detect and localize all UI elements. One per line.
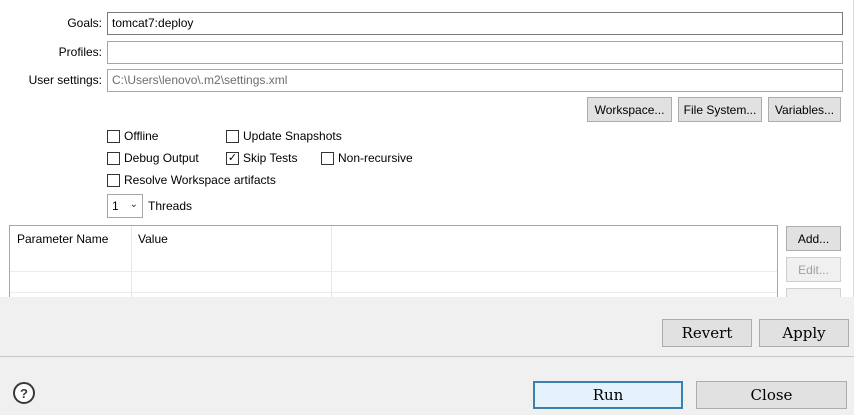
resolve-workspace-checkbox-box[interactable] bbox=[107, 173, 120, 187]
skip-tests-checkbox-box[interactable]: ✓ bbox=[226, 151, 239, 165]
run-button[interactable]: Run bbox=[533, 381, 683, 409]
non-recursive-checkbox-box[interactable] bbox=[321, 151, 334, 165]
debug-output-label: Debug Output bbox=[124, 151, 199, 165]
offline-checkbox[interactable]: Offline bbox=[107, 129, 158, 143]
check-mark-icon: ✓ bbox=[227, 151, 238, 164]
offline-label: Offline bbox=[124, 129, 159, 143]
update-snapshots-checkbox-box[interactable] bbox=[226, 129, 239, 143]
debug-output-checkbox-box[interactable] bbox=[107, 151, 120, 165]
resolve-workspace-checkbox[interactable]: Resolve Workspace artifacts bbox=[107, 173, 276, 187]
column-divider bbox=[331, 226, 332, 297]
remove-parameter-button[interactable] bbox=[786, 288, 841, 297]
add-parameter-button[interactable]: Add... bbox=[786, 226, 841, 251]
user-settings-input[interactable]: C:\Users\lenovo\.m2\settings.xml bbox=[107, 69, 843, 92]
apply-button[interactable]: Apply bbox=[759, 319, 849, 347]
threads-label: Threads bbox=[148, 199, 193, 213]
table-row-divider bbox=[10, 271, 777, 272]
variables-button[interactable]: Variables... bbox=[768, 97, 841, 122]
help-icon[interactable]: ? bbox=[13, 382, 35, 404]
profiles-input[interactable] bbox=[107, 41, 843, 64]
workspace-button[interactable]: Workspace... bbox=[587, 97, 672, 122]
user-settings-label: User settings: bbox=[28, 73, 102, 87]
update-snapshots-checkbox[interactable]: Update Snapshots bbox=[226, 129, 342, 143]
revert-button[interactable]: Revert bbox=[662, 319, 752, 347]
table-row-divider bbox=[10, 292, 777, 293]
profiles-label: Profiles: bbox=[58, 45, 102, 59]
debug-output-checkbox[interactable]: Debug Output bbox=[107, 151, 199, 165]
goals-input[interactable]: tomcat7:deploy bbox=[107, 12, 843, 35]
file-system-button[interactable]: File System... bbox=[678, 97, 762, 122]
edit-parameter-button[interactable]: Edit... bbox=[786, 257, 841, 282]
offline-checkbox-box[interactable] bbox=[107, 129, 120, 143]
column-header-value[interactable]: Value bbox=[131, 226, 331, 252]
close-button[interactable]: Close bbox=[696, 381, 847, 409]
skip-tests-label: Skip Tests bbox=[243, 151, 298, 165]
maven-config-panel: Goals: tomcat7:deploy Profiles: User set… bbox=[0, 0, 854, 297]
threads-select[interactable]: 1 ⌄ bbox=[107, 194, 143, 218]
non-recursive-label: Non-recursive bbox=[338, 151, 413, 165]
column-divider bbox=[131, 226, 132, 297]
chevron-down-icon[interactable]: ⌄ bbox=[130, 199, 138, 210]
column-header-parameter-name[interactable]: Parameter Name bbox=[10, 226, 131, 252]
goals-label: Goals: bbox=[67, 16, 102, 30]
threads-value: 1 bbox=[112, 199, 119, 213]
update-snapshots-label: Update Snapshots bbox=[243, 129, 342, 143]
parameter-table[interactable]: Parameter Name Value bbox=[9, 225, 778, 297]
resolve-workspace-label: Resolve Workspace artifacts bbox=[124, 173, 276, 187]
skip-tests-checkbox[interactable]: ✓ Skip Tests bbox=[226, 151, 297, 165]
non-recursive-checkbox[interactable]: Non-recursive bbox=[321, 151, 413, 165]
dialog-separator bbox=[0, 356, 854, 357]
